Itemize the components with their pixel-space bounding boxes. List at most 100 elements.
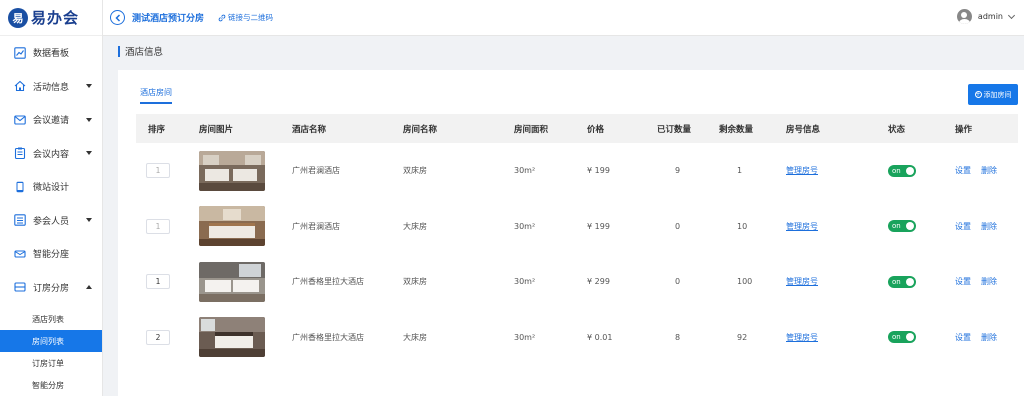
col-header: 酒店名称 — [292, 124, 327, 135]
hotel-name: 广州君澜酒店 — [292, 221, 340, 231]
page-title-text: 酒店信息 — [125, 47, 164, 58]
manage-rooms-link[interactable]: 管理房号 — [786, 277, 818, 286]
room-area: 30m² — [514, 332, 536, 342]
phone-icon — [14, 181, 26, 193]
mail-icon — [14, 114, 26, 126]
booked-count: 8 — [675, 332, 681, 342]
col-header: 排序 — [148, 124, 166, 135]
table-row: 1 广州君澜酒店 大床房 30m² ¥ 199 0 10 管理房号 on 设置 删… — [136, 199, 1018, 255]
sidebar-item-activity[interactable]: 活动信息 — [0, 70, 102, 104]
toggle-label: on — [892, 222, 901, 231]
home-icon — [14, 80, 26, 92]
room-name: 大床房 — [403, 221, 427, 231]
status-toggle[interactable]: on — [888, 275, 916, 288]
seat-icon — [14, 248, 26, 260]
chevron-down-icon — [86, 218, 92, 223]
add-room-label: 添加房间 — [983, 90, 1012, 99]
col-header: 剩余数量 — [719, 124, 754, 135]
sidebar-item-attendees[interactable]: 参会人员 — [0, 204, 102, 238]
delete-link[interactable]: 删除 — [981, 222, 997, 231]
order-input[interactable]: 1 — [146, 218, 170, 234]
room-area: 30m² — [514, 221, 536, 231]
toggle-knob — [906, 222, 914, 231]
room-name: 双床房 — [403, 277, 427, 287]
settings-link[interactable]: 设置 — [955, 166, 971, 175]
table-row: 2 广州香格里拉大酒店 大床房 30m² ¥ 0.01 8 92 管理房号 on… — [136, 310, 1018, 366]
sidebar-item-rooms[interactable]: 订房分房 — [0, 271, 102, 305]
col-header: 房间名称 — [403, 124, 438, 135]
room-price: ¥ 199 — [587, 221, 610, 231]
sidebar-item-label: 数据看板 — [33, 49, 70, 60]
sidebar-item-label: 智能分座 — [33, 250, 70, 261]
remaining-count: 10 — [737, 221, 748, 231]
link-icon — [218, 14, 226, 21]
toggle-knob — [906, 166, 914, 175]
toggle-label: on — [892, 166, 901, 175]
settings-link[interactable]: 设置 — [955, 222, 971, 231]
manage-rooms-link[interactable]: 管理房号 — [786, 333, 818, 342]
booked-count: 9 — [675, 166, 681, 176]
link-qr-button[interactable]: 链接与二维码 — [218, 12, 273, 23]
status-toggle[interactable]: on — [888, 164, 916, 177]
avatar — [956, 9, 972, 24]
status-toggle[interactable]: on — [888, 331, 916, 344]
back-button[interactable] — [110, 10, 125, 25]
delete-link[interactable]: 删除 — [981, 333, 997, 342]
link-qr-label: 链接与二维码 — [228, 13, 274, 22]
sidebar-item-seating[interactable]: 智能分座 — [0, 237, 102, 271]
list-icon — [14, 214, 26, 226]
sidebar-subitem-room-list[interactable]: 房间列表 — [0, 330, 102, 352]
order-input[interactable]: 1 — [146, 274, 170, 290]
manage-rooms-link[interactable]: 管理房号 — [786, 222, 818, 231]
delete-link[interactable]: 删除 — [981, 166, 997, 175]
sidebar-item-label: 会议内容 — [33, 149, 70, 160]
room-area: 30m² — [514, 166, 536, 176]
remaining-count: 1 — [737, 166, 743, 176]
room-image — [199, 150, 265, 191]
chevron-down-icon — [86, 151, 92, 156]
delete-link[interactable]: 删除 — [981, 277, 997, 286]
table-row: 1 广州香格里拉大酒店 双床房 30m² ¥ 299 0 100 管理房号 on… — [136, 254, 1018, 310]
sidebar-item-dashboard[interactable]: 数据看板 — [0, 36, 102, 70]
room-image — [199, 317, 265, 358]
room-name: 双床房 — [403, 166, 427, 176]
main-card: 酒店房间 + 添加房间 排序 房间图片 酒店名称 房间名称 房间面积 价格 已订… — [118, 70, 1024, 396]
logo-text: 易办会 — [31, 9, 80, 27]
user-menu[interactable]: admin — [956, 9, 1016, 24]
remaining-count: 92 — [737, 332, 748, 342]
settings-link[interactable]: 设置 — [955, 277, 971, 286]
sidebar-item-content[interactable]: 会议内容 — [0, 137, 102, 171]
table-header: 排序 房间图片 酒店名称 房间名称 房间面积 价格 已订数量 剩余数量 房号信息… — [136, 114, 1018, 143]
toggle-label: on — [892, 277, 901, 286]
status-toggle[interactable]: on — [888, 220, 916, 233]
tab-hotel-rooms[interactable]: 酒店房间 — [140, 87, 172, 104]
sidebar-subitem-room-assign[interactable]: 智能分房 — [0, 374, 102, 396]
hotel-name: 广州香格里拉大酒店 — [292, 332, 364, 342]
logo-mark: 易 — [8, 7, 28, 28]
room-name: 大床房 — [403, 332, 427, 342]
table-row: 1 广州君澜酒店 双床房 30m² ¥ 199 9 1 管理房号 on 设置 删除 — [136, 143, 1018, 199]
sidebar-menu: 数据看板 活动信息 会议邀请 会议内容 微站设计 参会人员 智能分座 订房分房 — [0, 36, 102, 304]
sidebar-subitem-hotel-list[interactable]: 酒店列表 — [0, 308, 102, 330]
sidebar-item-invitation[interactable]: 会议邀请 — [0, 103, 102, 137]
sidebar-subitem-orders[interactable]: 订房订单 — [0, 352, 102, 374]
booked-count: 0 — [675, 277, 681, 287]
hotel-name: 广州君澜酒店 — [292, 166, 340, 176]
manage-rooms-link[interactable]: 管理房号 — [786, 166, 818, 175]
col-header: 房间图片 — [199, 124, 234, 135]
sidebar-item-label: 订房分房 — [33, 283, 70, 294]
chart-icon — [14, 47, 26, 59]
room-area: 30m² — [514, 277, 536, 287]
toggle-knob — [906, 277, 914, 286]
order-input[interactable]: 1 — [146, 163, 170, 179]
col-header: 状态 — [888, 124, 906, 135]
settings-link[interactable]: 设置 — [955, 333, 971, 342]
bed-icon — [14, 281, 26, 293]
remaining-count: 100 — [737, 277, 753, 287]
room-image — [199, 206, 265, 247]
project-title: 测试酒店预订分房 — [132, 14, 205, 24]
order-input[interactable]: 2 — [146, 329, 170, 345]
sidebar-item-microsite[interactable]: 微站设计 — [0, 170, 102, 204]
col-header: 房间面积 — [514, 124, 549, 135]
add-room-button[interactable]: + 添加房间 — [968, 84, 1018, 105]
